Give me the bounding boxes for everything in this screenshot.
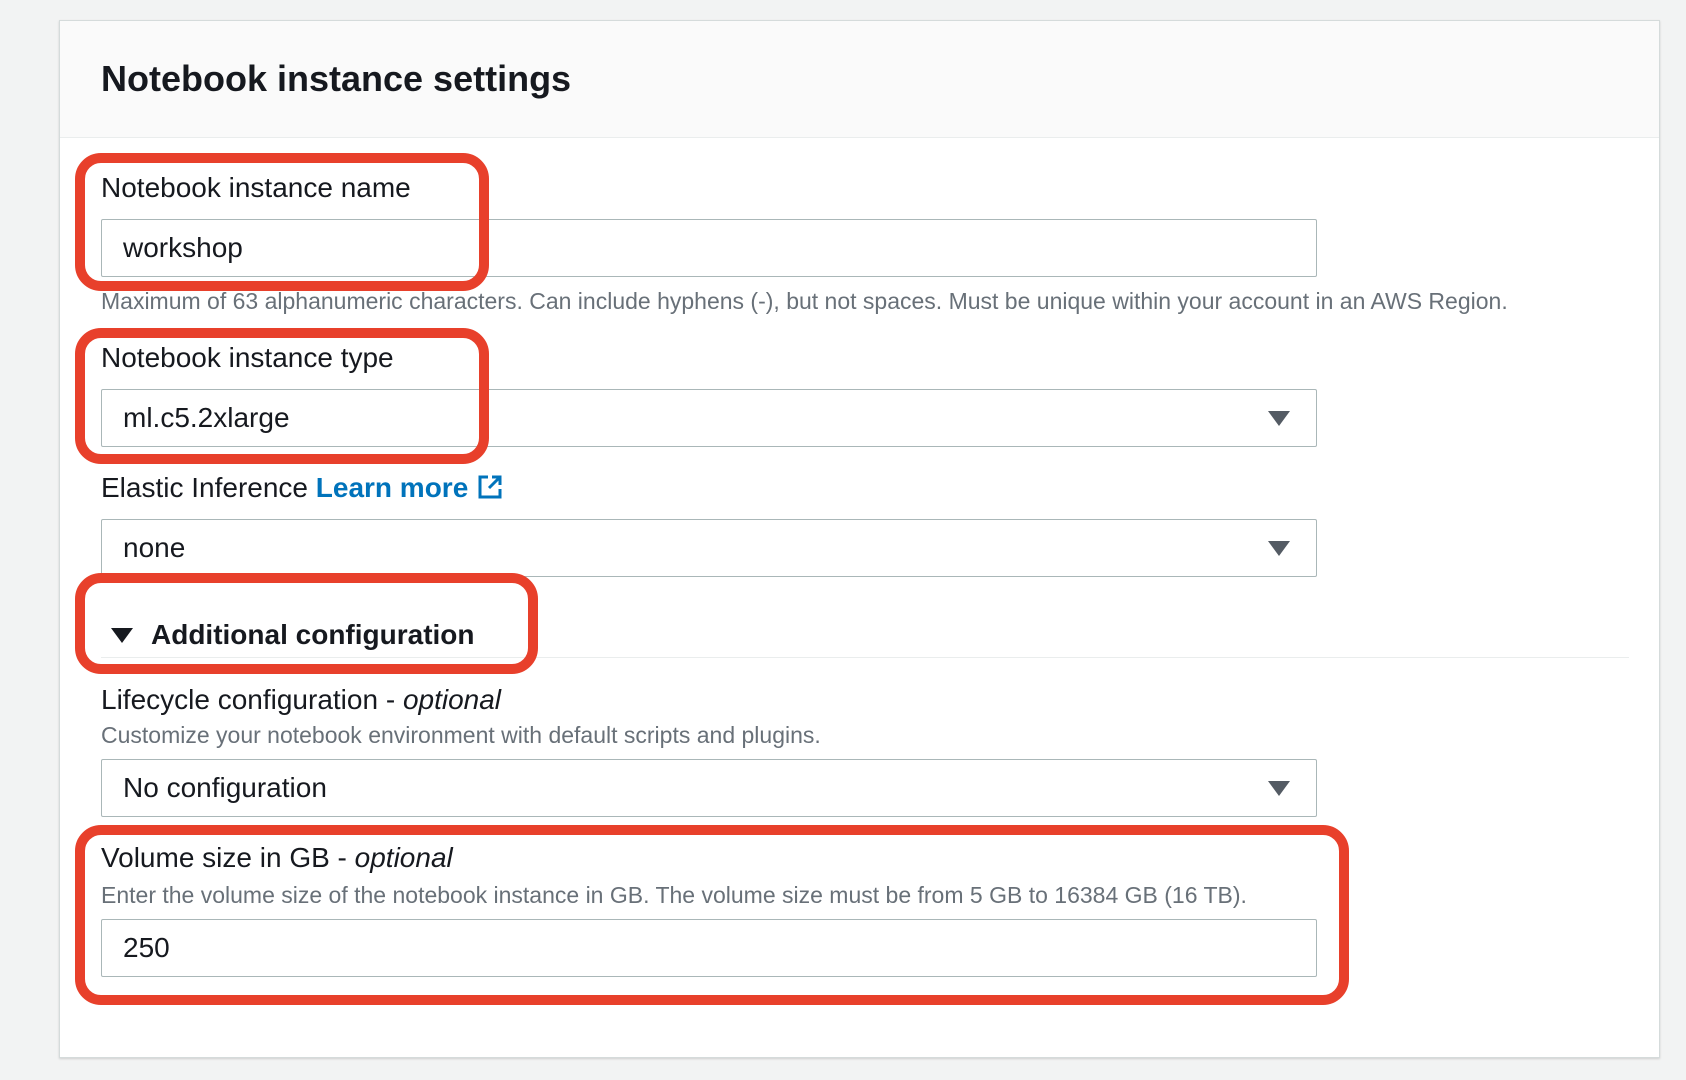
external-link-icon: [478, 475, 502, 499]
elastic-inference-label: Elastic Inference: [101, 472, 308, 503]
additional-configuration-label: Additional configuration: [151, 619, 475, 650]
lifecycle-optional-text: optional: [402, 684, 502, 715]
instance-type-value: ml.c5.2xlarge: [123, 402, 290, 433]
caret-down-icon: [1268, 541, 1290, 556]
volume-size-value: 250: [123, 932, 170, 963]
caret-down-icon: [111, 627, 133, 643]
instance-type-label: Notebook instance type: [101, 342, 394, 373]
instance-name-label: Notebook instance name: [101, 172, 411, 203]
instance-name-value: workshop: [123, 232, 243, 263]
notebook-instance-settings-panel: Notebook instance settings Notebook inst…: [59, 20, 1660, 1058]
lifecycle-select[interactable]: No configuration: [101, 759, 1317, 817]
elastic-inference-value: none: [123, 532, 186, 563]
panel-header: Notebook instance settings: [60, 21, 1659, 138]
additional-configuration-toggle[interactable]: Additional configuration: [111, 615, 475, 655]
volume-size-hint: Enter the volume size of the notebook in…: [101, 882, 1247, 908]
volume-size-label-text: Volume size in GB -: [101, 842, 355, 873]
volume-size-input[interactable]: 250: [101, 919, 1317, 977]
elastic-inference-label-row: Elastic Inference Learn more: [101, 471, 504, 505]
instance-type-select[interactable]: ml.c5.2xlarge: [101, 389, 1317, 447]
caret-down-icon: [1268, 411, 1290, 426]
learn-more-link[interactable]: Learn more: [316, 472, 505, 503]
volume-size-label: Volume size in GB - optional: [101, 841, 453, 875]
learn-more-link-text: Learn more: [315, 472, 469, 503]
lifecycle-value: No configuration: [123, 772, 327, 803]
caret-down-icon: [1268, 781, 1290, 796]
instance-name-input[interactable]: workshop: [101, 219, 1317, 277]
lifecycle-hint: Customize your notebook environment with…: [101, 722, 821, 748]
lifecycle-label-text: Lifecycle configuration -: [101, 684, 403, 715]
section-divider: [101, 657, 1629, 658]
elastic-inference-select[interactable]: none: [101, 519, 1317, 577]
panel-title: Notebook instance settings: [101, 58, 572, 99]
volume-size-optional-text: optional: [354, 842, 453, 873]
instance-name-hint: Maximum of 63 alphanumeric characters. C…: [101, 288, 1508, 314]
lifecycle-label: Lifecycle configuration - optional: [101, 683, 501, 717]
